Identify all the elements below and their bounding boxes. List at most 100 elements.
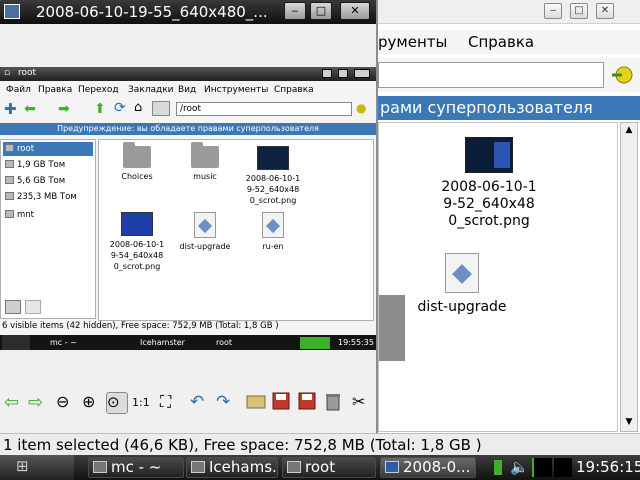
task-root[interactable]: root: [282, 457, 376, 478]
fullscreen-icon[interactable]: ⛶: [160, 392, 182, 414]
menu-tools[interactable]: рументы: [378, 33, 447, 51]
status-bar: 1 item selected (46,6 KB), Free space: 7…: [0, 433, 640, 455]
file-label: Choices: [121, 172, 153, 181]
document-icon: [194, 212, 216, 238]
shot-status: 6 visible items (42 hidden), Free space:…: [2, 321, 279, 331]
menu-help[interactable]: Справка: [468, 33, 534, 51]
battery-icon[interactable]: [494, 460, 502, 475]
shot-titlebar: ▫ root: [0, 67, 376, 81]
close-button[interactable]: ✕: [596, 3, 614, 19]
open-folder-icon[interactable]: [246, 392, 268, 414]
task-viewer[interactable]: 2008-0...: [380, 457, 476, 478]
file-item: Choices: [101, 142, 173, 182]
taskbar: ⊞ mc - ~ Icehams... root 2008-0... 🔈 19:…: [0, 455, 640, 480]
drive-icon: [5, 176, 14, 184]
go-icon[interactable]: [610, 64, 634, 86]
file-item: music: [169, 142, 241, 182]
back-icon: ⬅: [24, 101, 36, 117]
minimize-button[interactable]: ‒: [284, 2, 306, 20]
sidebar-label: 5,6 GB Том: [17, 176, 66, 186]
preferences-icon[interactable]: ✂: [352, 392, 374, 414]
window-title: 2008-06-10-19-55_640x480_...: [36, 3, 268, 21]
file-view[interactable]: 2008-06-10-1 9-52_640x48 0_scrot.png dis…: [378, 122, 618, 432]
tree-icon: [25, 300, 41, 314]
folder-icon: [191, 142, 219, 168]
sidebar-item: mnt: [3, 208, 93, 222]
task-label: root: [305, 458, 336, 476]
clock[interactable]: 19:56:15: [576, 458, 640, 476]
task-mc[interactable]: mc - ~: [88, 457, 184, 478]
file-item: ru-en: [237, 212, 309, 252]
minimize-icon: [322, 69, 332, 78]
delete-icon[interactable]: [324, 392, 346, 414]
zoom-original-icon[interactable]: 1:1: [132, 392, 154, 414]
shot-sidebar: root 1,9 GB Том 5,6 GB Том 235,3 MB Том …: [0, 139, 96, 319]
selection-highlight: [379, 295, 405, 361]
menu-help: Справка: [274, 85, 314, 95]
terminal-icon: [93, 461, 107, 473]
folder-icon: [152, 101, 170, 116]
save-icon[interactable]: [272, 392, 294, 414]
sidebar-label: root: [17, 144, 35, 154]
viewer-toolbar: ⇦ ⇨ ⊖ ⊕ ⊙ 1:1 ⛶ ↶ ↷ ✂: [0, 392, 376, 424]
file-label: 2008-06-10-1 9-52_640x48 0_scrot.png: [245, 174, 301, 205]
minimize-button[interactable]: ‒: [544, 3, 562, 19]
scroll-up-icon[interactable]: ▲: [623, 125, 635, 137]
menu-edit: Правка: [38, 85, 73, 95]
task-icehamster[interactable]: Icehams...: [186, 457, 278, 478]
task-label: mc - ~: [111, 458, 162, 476]
rotate-right-icon[interactable]: ↷: [216, 392, 238, 414]
home-icon: ⌂: [134, 100, 143, 115]
shot-task-root: root: [216, 338, 233, 347]
menu-file: Файл: [6, 85, 31, 95]
file-item: 2008-06-10-1 9-54_640x48 0_scrot.png: [101, 212, 173, 272]
shot-task-mc: mc - ~: [50, 338, 77, 347]
status-text: 1 item selected (46,6 KB), Free space: 7…: [3, 436, 482, 454]
close-button[interactable]: ✕: [340, 2, 370, 20]
address-input[interactable]: [378, 62, 604, 88]
file-label: dist-upgrade: [179, 242, 231, 251]
image-thumbnail: [465, 137, 513, 173]
maximize-button[interactable]: □: [310, 2, 332, 20]
maximize-button[interactable]: □: [570, 3, 588, 19]
menu-tools: Инструменты: [204, 85, 269, 95]
warning-banner: рами суперпользователя: [378, 96, 640, 120]
shot-clock: 19:55:35: [338, 338, 374, 347]
menu-view: Вид: [178, 85, 197, 95]
zoom-fit-icon[interactable]: ⊙: [106, 392, 128, 414]
file-item: dist-upgrade: [169, 212, 241, 252]
shot-menubar: Файл Правка Переход Закладки Вид Инструм…: [0, 83, 376, 97]
sidebar-item: 1,9 GB Том: [3, 158, 93, 172]
background-titlebar: ‒ □ ✕: [378, 0, 640, 24]
sidebar-item: root: [3, 142, 93, 156]
meter-icon: [300, 337, 330, 349]
file-label: 2008-06-10-1 9-52_640x48 0_scrot.png: [441, 179, 537, 229]
zoom-out-icon[interactable]: ⊖: [56, 392, 78, 414]
net-meter-icon: [554, 458, 572, 477]
rotate-left-icon[interactable]: ↶: [190, 392, 212, 414]
next-icon[interactable]: ⇨: [28, 392, 50, 414]
previous-icon[interactable]: ⇦: [4, 392, 26, 414]
scroll-down-icon[interactable]: ▼: [623, 417, 635, 429]
zoom-in-icon[interactable]: ⊕: [82, 392, 104, 414]
sidebar-label: 1,9 GB Том: [17, 160, 66, 170]
up-icon: ⬆: [94, 101, 106, 117]
task-label: Icehams...: [209, 458, 277, 476]
menu-go: Переход: [78, 85, 119, 95]
close-icon: [354, 69, 370, 78]
viewer-titlebar[interactable]: 2008-06-10-19-55_640x480_... ‒ □ ✕: [0, 0, 376, 24]
background-menubar: рументы Справка: [378, 30, 640, 54]
volume-icon[interactable]: 🔈: [510, 458, 529, 476]
menu-bookmarks: Закладки: [128, 85, 174, 95]
task-label: 2008-0...: [403, 458, 471, 476]
file-item[interactable]: 2008-06-10-1 9-52_640x48 0_scrot.png: [439, 137, 539, 230]
start-icon: [2, 335, 30, 350]
start-button[interactable]: ⊞: [0, 455, 74, 480]
save-as-icon[interactable]: [298, 392, 320, 414]
file-item[interactable]: dist-upgrade: [407, 253, 517, 316]
image-viewer-window: 2008-06-10-19-55_640x480_... ‒ □ ✕ ▫ roo…: [0, 0, 378, 433]
folder-icon: [5, 210, 14, 218]
vertical-scrollbar[interactable]: ▲ ▼: [620, 122, 638, 432]
drive-icon: [5, 160, 14, 168]
image-thumbnail: [257, 146, 289, 170]
